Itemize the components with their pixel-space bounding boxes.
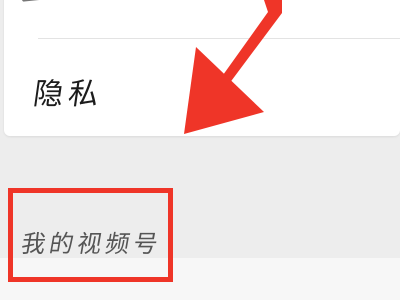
settings-card: 隐私 — [4, 0, 400, 136]
settings-row-partial[interactable] — [4, 0, 400, 38]
privacy-row[interactable]: 隐私 — [4, 39, 400, 135]
clipped-label-fragment — [21, 0, 57, 2]
privacy-label: 隐私 — [31, 77, 106, 112]
highlight-box — [8, 188, 173, 282]
settings-screen: 隐私 我的视频号 — [0, 0, 400, 300]
